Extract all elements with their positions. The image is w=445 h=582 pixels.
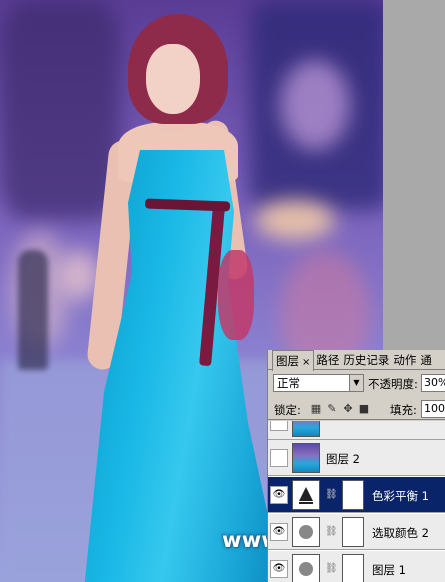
background-pedestrian bbox=[18, 250, 48, 370]
layer-thumbnail bbox=[292, 421, 320, 437]
opacity-label: 不透明度: bbox=[368, 377, 418, 391]
link-icon[interactable]: ⛓ bbox=[325, 526, 338, 538]
link-icon[interactable]: ⛓ bbox=[325, 489, 338, 501]
face bbox=[146, 44, 200, 114]
transparency-lock-icon[interactable]: ▦ bbox=[310, 403, 322, 415]
background-light bbox=[280, 60, 350, 150]
link-icon[interactable]: ⛓ bbox=[325, 563, 338, 575]
blend-row: 正常 ▼ 不透明度: 30% bbox=[268, 372, 445, 394]
panel-tabs: 图层 × 路径 历史记录 动作 通 bbox=[268, 350, 445, 371]
fill-label: 填充: bbox=[390, 403, 417, 417]
close-icon[interactable]: × bbox=[302, 357, 310, 368]
tab-history[interactable]: 历史记录 bbox=[341, 350, 391, 370]
layer-row[interactable]: 图层 2 bbox=[268, 440, 445, 476]
layers-panel: 图层× 路径 历史记录 动作 通 正常 ▼ 不透明度: 30% 锁定: ▦ ✎ … bbox=[267, 350, 445, 582]
background-building bbox=[0, 0, 120, 220]
layer-row[interactable]: 👁 ⛓ 选取颜色 2 bbox=[268, 514, 445, 550]
eye-icon[interactable]: 👁 bbox=[270, 560, 288, 578]
layer-name: 图层 1 bbox=[372, 563, 406, 577]
adjustment-glyph bbox=[299, 525, 313, 539]
opacity-input[interactable]: 30% bbox=[421, 374, 445, 392]
brush-lock-icon[interactable]: ✎ bbox=[326, 403, 338, 415]
blend-mode-select[interactable]: 正常 ▼ bbox=[273, 374, 364, 392]
adjustment-icon bbox=[292, 554, 320, 582]
layer-name: 色彩平衡 1 bbox=[372, 489, 429, 503]
move-lock-icon[interactable]: ✥ bbox=[342, 403, 354, 415]
visibility-toggle[interactable] bbox=[270, 449, 288, 467]
fill-input[interactable]: 100% bbox=[421, 400, 445, 418]
adjustment-glyph bbox=[299, 562, 313, 576]
selective-color-icon bbox=[292, 517, 320, 547]
chevron-down-icon[interactable]: ▼ bbox=[349, 375, 363, 391]
layer-list: 图层 2 👁 ⛓ 色彩平衡 1 👁 ⛓ 选取颜色 2 👁 ⛓ 图层 1 bbox=[268, 421, 445, 582]
layer-mask-thumbnail[interactable] bbox=[342, 480, 364, 510]
lock-row: 锁定: ▦ ✎ ✥ ■ 填充: 100% bbox=[268, 398, 445, 420]
visibility-toggle[interactable] bbox=[270, 421, 288, 431]
lock-label: 锁定: bbox=[274, 403, 301, 417]
padlock-icon[interactable]: ■ bbox=[358, 403, 370, 415]
layer-mask-thumbnail[interactable] bbox=[342, 517, 364, 547]
layer-row[interactable]: 👁 ⛓ 图层 1 bbox=[268, 551, 445, 582]
layer-row-selected[interactable]: 👁 ⛓ 色彩平衡 1 bbox=[268, 477, 445, 513]
background-light bbox=[255, 200, 335, 240]
tab-label: 图层 bbox=[276, 354, 299, 368]
layer-name: 选取颜色 2 bbox=[372, 526, 429, 540]
layer-mask-thumbnail[interactable] bbox=[342, 554, 364, 582]
layer-thumbnail bbox=[292, 443, 320, 473]
blend-mode-value: 正常 bbox=[277, 376, 300, 390]
tab-paths[interactable]: 路径 bbox=[314, 350, 341, 370]
eye-icon[interactable]: 👁 bbox=[270, 523, 288, 541]
color-balance-icon bbox=[292, 480, 320, 510]
pink-scarf bbox=[218, 250, 254, 340]
tab-channels[interactable]: 通 bbox=[418, 350, 434, 370]
tab-layers[interactable]: 图层 × bbox=[272, 350, 315, 371]
eye-icon[interactable]: 👁 bbox=[270, 486, 288, 504]
adjustment-glyph bbox=[299, 487, 313, 504]
layer-row[interactable] bbox=[268, 421, 445, 440]
layer-name: 图层 2 bbox=[326, 452, 360, 466]
tab-actions[interactable]: 动作 bbox=[391, 350, 418, 370]
